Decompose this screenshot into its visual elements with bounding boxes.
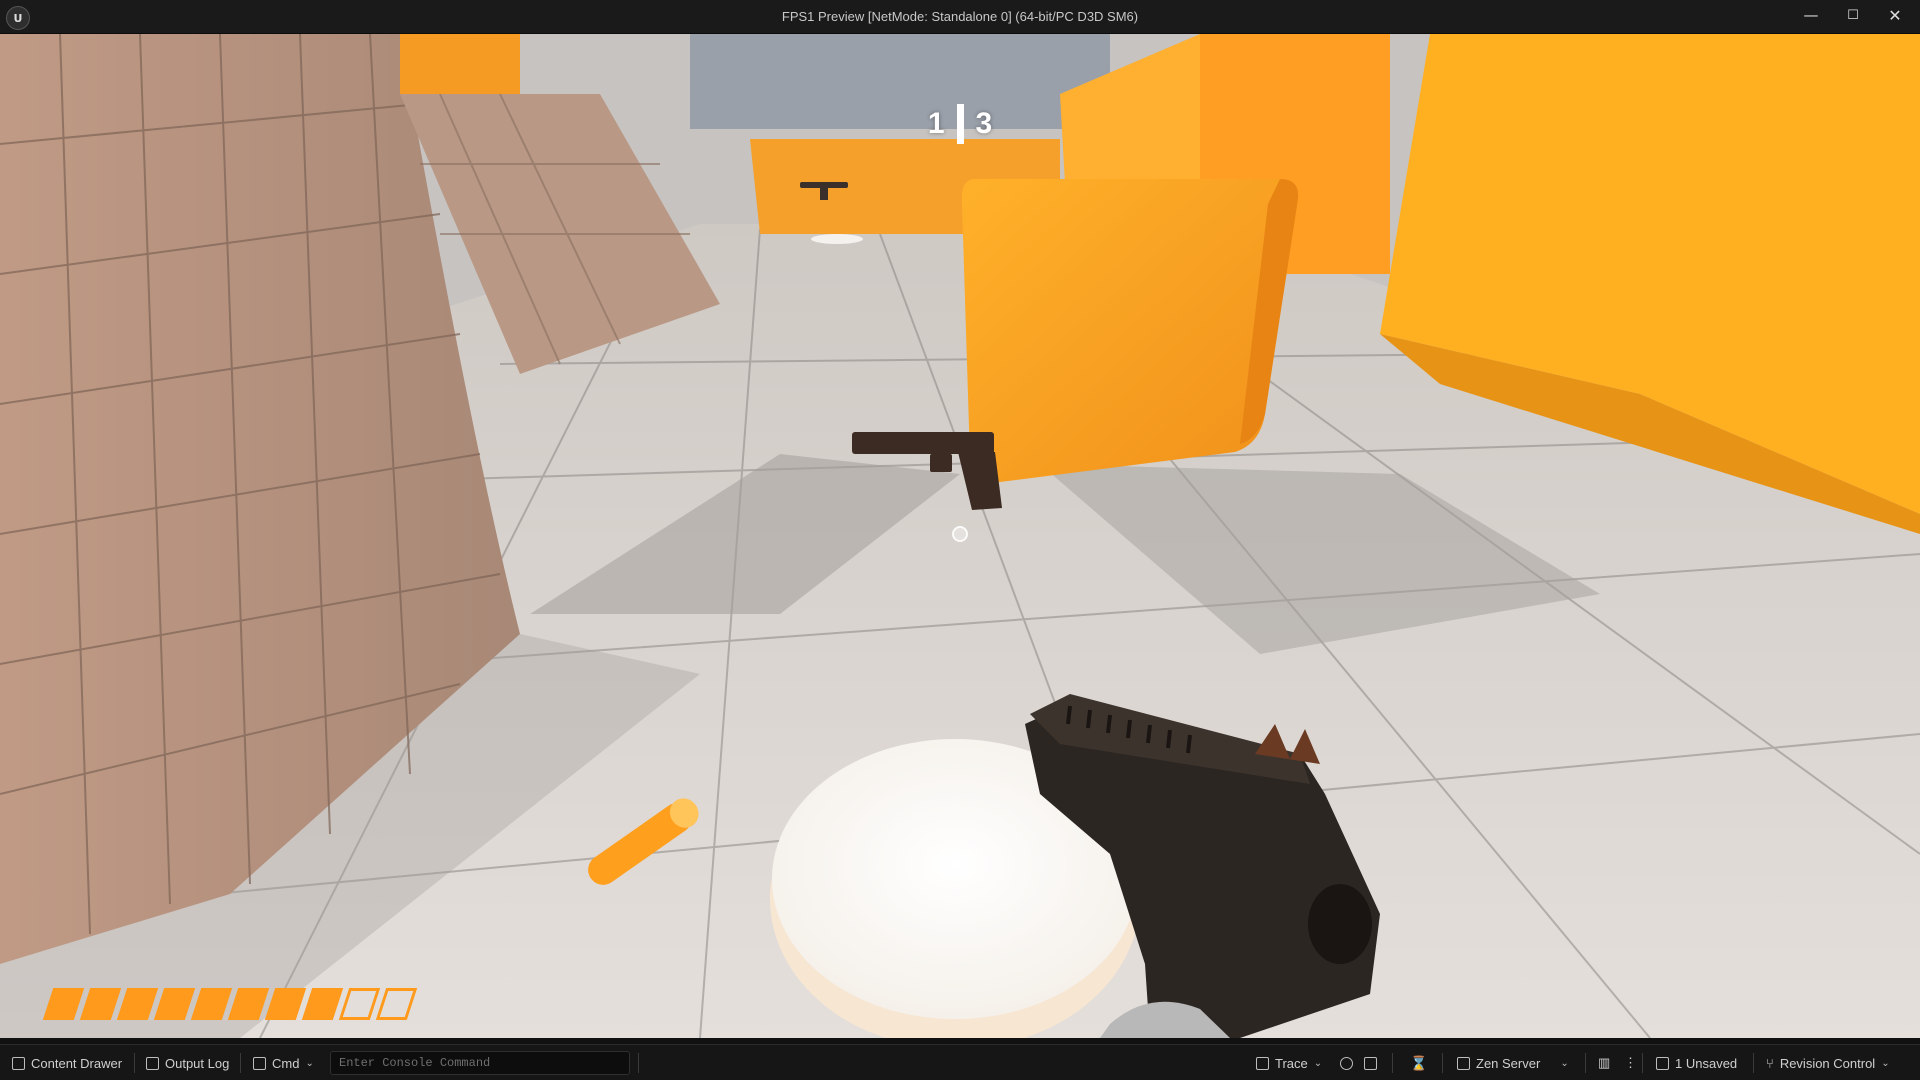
hourglass-icon: ⌛ <box>1410 1054 1428 1071</box>
trace-label: Trace <box>1275 1055 1308 1071</box>
camera-icon <box>1364 1056 1377 1070</box>
kebab-icon: ⋮ <box>1624 1055 1637 1070</box>
stats-button[interactable]: ▥ <box>1598 1045 1610 1080</box>
content-drawer-label: Content Drawer <box>31 1055 123 1071</box>
statusbar-divider <box>1442 1053 1443 1073</box>
health-segment-full <box>227 988 270 1020</box>
cmd-dropdown[interactable]: Cmd ⌄ <box>253 1045 314 1080</box>
chevron-down-icon: ⌄ <box>305 1057 314 1069</box>
branch-icon: ⑂ <box>1766 1055 1774 1071</box>
health-segment-full <box>42 988 85 1020</box>
team-score-right: 3 <box>975 107 993 140</box>
cmd-label: Cmd <box>272 1055 300 1071</box>
statusbar-divider <box>638 1053 639 1073</box>
score-divider <box>956 104 964 144</box>
timer-button[interactable]: ⌛ <box>1410 1045 1427 1080</box>
crosshair-reticle <box>952 526 968 542</box>
screenshot-button[interactable] <box>1364 1045 1377 1080</box>
close-button[interactable]: ✕ <box>1874 0 1916 30</box>
health-segment-full <box>264 988 307 1020</box>
console-command-input[interactable] <box>330 1051 630 1075</box>
stats-icon: ▥ <box>1598 1055 1611 1070</box>
output-log-label: Output Log <box>165 1055 230 1071</box>
trace-icon <box>1256 1056 1269 1070</box>
editor-statusbar: Content Drawer Output Log Cmd ⌄ Trace ⌄ … <box>0 1044 1920 1080</box>
game-viewport[interactable]: 1 3 SP <box>0 34 1920 1038</box>
statusbar-divider <box>134 1053 135 1073</box>
health-segment-empty <box>338 988 381 1020</box>
statusbar-divider <box>1642 1053 1643 1073</box>
health-segment-full <box>301 988 344 1020</box>
zen-server-label: Zen Server <box>1476 1055 1541 1071</box>
output-log-button[interactable]: Output Log <box>146 1045 229 1080</box>
chevron-down-icon: ⌄ <box>1313 1057 1323 1069</box>
chevron-down-icon: ⌄ <box>1560 1057 1569 1069</box>
trace-dropdown[interactable]: Trace ⌄ <box>1256 1045 1322 1080</box>
window-titlebar[interactable]: U FPS1 Preview [NetMode: Standalone 0] (… <box>0 0 1920 34</box>
statusbar-divider <box>1392 1053 1393 1073</box>
unsaved-button[interactable]: 1 Unsaved <box>1656 1045 1737 1080</box>
health-bar <box>42 988 418 1022</box>
zen-server-dropdown[interactable]: Zen Server ⌄ <box>1457 1045 1569 1080</box>
statusbar-divider <box>240 1053 241 1073</box>
save-icon <box>1656 1056 1669 1070</box>
window-title: FPS1 Preview [NetMode: Standalone 0] (64… <box>781 9 1139 24</box>
health-segment-full <box>79 988 122 1020</box>
record-icon <box>1340 1056 1353 1070</box>
terminal-icon <box>253 1056 266 1070</box>
health-segment-full <box>116 988 159 1020</box>
health-segment-empty <box>375 988 418 1020</box>
record-button[interactable] <box>1340 1045 1353 1080</box>
health-segment-full <box>190 988 233 1020</box>
score-display: 1 3 <box>915 102 1005 146</box>
more-options-button[interactable]: ⋮ <box>1624 1045 1637 1080</box>
content-drawer-button[interactable]: Content Drawer <box>12 1045 122 1080</box>
revision-control-dropdown[interactable]: ⑂ Revision Control ⌄ <box>1766 1045 1890 1080</box>
server-icon <box>1457 1056 1470 1070</box>
statusbar-divider <box>1585 1053 1586 1073</box>
minimize-button[interactable]: — <box>1790 0 1832 30</box>
maximize-button[interactable]: ☐ <box>1832 0 1874 30</box>
drawer-icon <box>12 1056 25 1070</box>
revision-control-label: Revision Control <box>1779 1055 1876 1071</box>
unsaved-label: 1 Unsaved <box>1675 1055 1738 1071</box>
team-score-left: 1 <box>927 107 945 140</box>
log-icon <box>146 1056 159 1070</box>
statusbar-divider <box>1753 1053 1754 1073</box>
health-segment-full <box>153 988 196 1020</box>
chevron-down-icon: ⌄ <box>1881 1057 1890 1069</box>
